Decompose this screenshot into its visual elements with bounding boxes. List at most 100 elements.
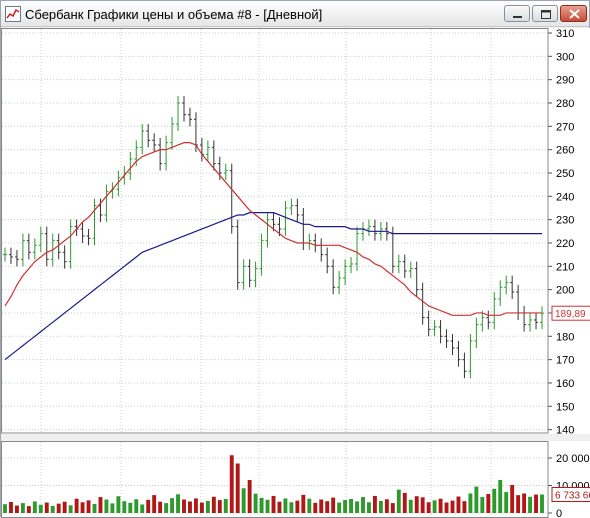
volume-bar	[176, 494, 180, 513]
volume-bar	[468, 493, 473, 513]
price-tick-label: 170	[556, 355, 574, 367]
price-tick-label: 180	[556, 331, 574, 343]
volume-bar	[116, 496, 121, 513]
volume-bar	[9, 502, 13, 513]
price-panel[interactable]	[1, 28, 549, 434]
price-tick-label: 160	[556, 378, 574, 390]
volume-bar	[188, 501, 192, 513]
volume-bar	[295, 500, 300, 513]
volume-bar	[361, 497, 365, 513]
volume-bar	[211, 496, 216, 513]
price-tick-label: 230	[556, 215, 574, 227]
volume-bar	[325, 501, 330, 513]
volume-bar	[414, 496, 419, 513]
volume-bar	[62, 501, 67, 513]
volume-bar	[122, 501, 127, 513]
maximize-icon	[541, 10, 551, 19]
volume-bar	[247, 480, 252, 513]
volume-bar	[456, 496, 461, 513]
volume-bar	[522, 493, 527, 513]
volume-bar	[450, 500, 455, 513]
volume-bar	[98, 497, 103, 513]
volume-bar	[301, 494, 306, 513]
price-tick-label: 140	[556, 425, 574, 437]
volume-tick-label: 20 000 0	[556, 453, 590, 465]
volume-bar	[92, 503, 97, 513]
volume-bar	[367, 502, 371, 513]
volume-bar	[390, 503, 395, 513]
price-tick-label: 240	[556, 191, 574, 203]
volume-bar	[56, 503, 61, 513]
price-tick-label: 210	[556, 261, 574, 273]
last-price-label: 189,89	[555, 309, 586, 320]
volume-bar	[462, 501, 467, 513]
volume-bar	[528, 496, 533, 513]
title-bar[interactable]: Сбербанк Графики цены и объема #8 - [Дне…	[1, 1, 589, 27]
volume-bar	[319, 499, 324, 513]
volume-bar	[408, 499, 413, 513]
volume-bar	[420, 497, 425, 513]
price-tick-label: 270	[556, 121, 574, 133]
volume-bar	[516, 495, 521, 513]
volume-bar	[199, 502, 204, 513]
volume-bar	[50, 505, 55, 513]
volume-bar	[498, 480, 503, 513]
volume-bar	[193, 498, 198, 513]
price-tick-label: 310	[556, 28, 574, 40]
volume-bar	[164, 503, 169, 513]
price-tick-label: 250	[556, 168, 574, 180]
volume-bar	[44, 502, 49, 513]
volume-bar	[378, 500, 383, 513]
volume-bar	[289, 502, 294, 513]
volume-bar	[241, 488, 246, 513]
volume-bar	[20, 503, 25, 513]
volume-bar	[331, 497, 336, 513]
volume-bar	[402, 492, 407, 513]
volume-bar	[134, 499, 139, 513]
maximize-button[interactable]	[532, 5, 558, 22]
volume-bar	[474, 486, 479, 513]
volume-bar	[355, 501, 359, 513]
price-tick-label: 280	[556, 98, 574, 110]
volume-bar	[307, 498, 312, 513]
volume-bar	[152, 495, 157, 513]
volume-bar	[86, 500, 91, 513]
volume-bar	[68, 505, 73, 513]
volume-bar	[80, 502, 85, 513]
price-tick-label: 200	[556, 285, 574, 297]
volume-bar	[343, 500, 348, 513]
volume-bar	[432, 500, 437, 513]
volume-bar	[426, 502, 431, 513]
volume-bar	[182, 499, 186, 513]
chart-area[interactable]: 3103002902802702602502402302202102001901…	[1, 28, 590, 518]
price-tick-label: 150	[556, 401, 574, 413]
volume-bar	[110, 503, 115, 513]
price-volume-chart[interactable]: 3103002902802702602502402302202102001901…	[1, 28, 590, 518]
volume-bar	[158, 501, 163, 513]
volume-bar	[510, 484, 515, 513]
minimize-icon	[513, 16, 522, 18]
chart-app-icon	[5, 6, 21, 22]
volume-bar	[265, 499, 270, 513]
volume-bar	[128, 502, 133, 513]
volume-bar	[271, 495, 276, 513]
volume-bar	[337, 502, 342, 513]
volume-bar	[38, 504, 43, 513]
volume-bar	[486, 494, 491, 513]
volume-bar	[480, 497, 485, 513]
volume-bar	[504, 492, 509, 513]
volume-bar	[26, 506, 31, 513]
minimize-button[interactable]	[504, 5, 530, 22]
volume-bar	[32, 501, 37, 513]
volume-bar	[372, 495, 377, 513]
volume-bar	[277, 501, 282, 513]
close-button[interactable]	[560, 5, 587, 22]
volume-bar	[349, 498, 354, 513]
volume-bar	[74, 498, 79, 513]
panel-separator	[1, 434, 590, 441]
volume-bar	[104, 499, 109, 513]
last-volume-label: 6 733 66	[555, 490, 590, 501]
volume-bar	[170, 498, 175, 513]
price-tick-label: 220	[556, 238, 574, 250]
volume-bar	[313, 502, 318, 513]
